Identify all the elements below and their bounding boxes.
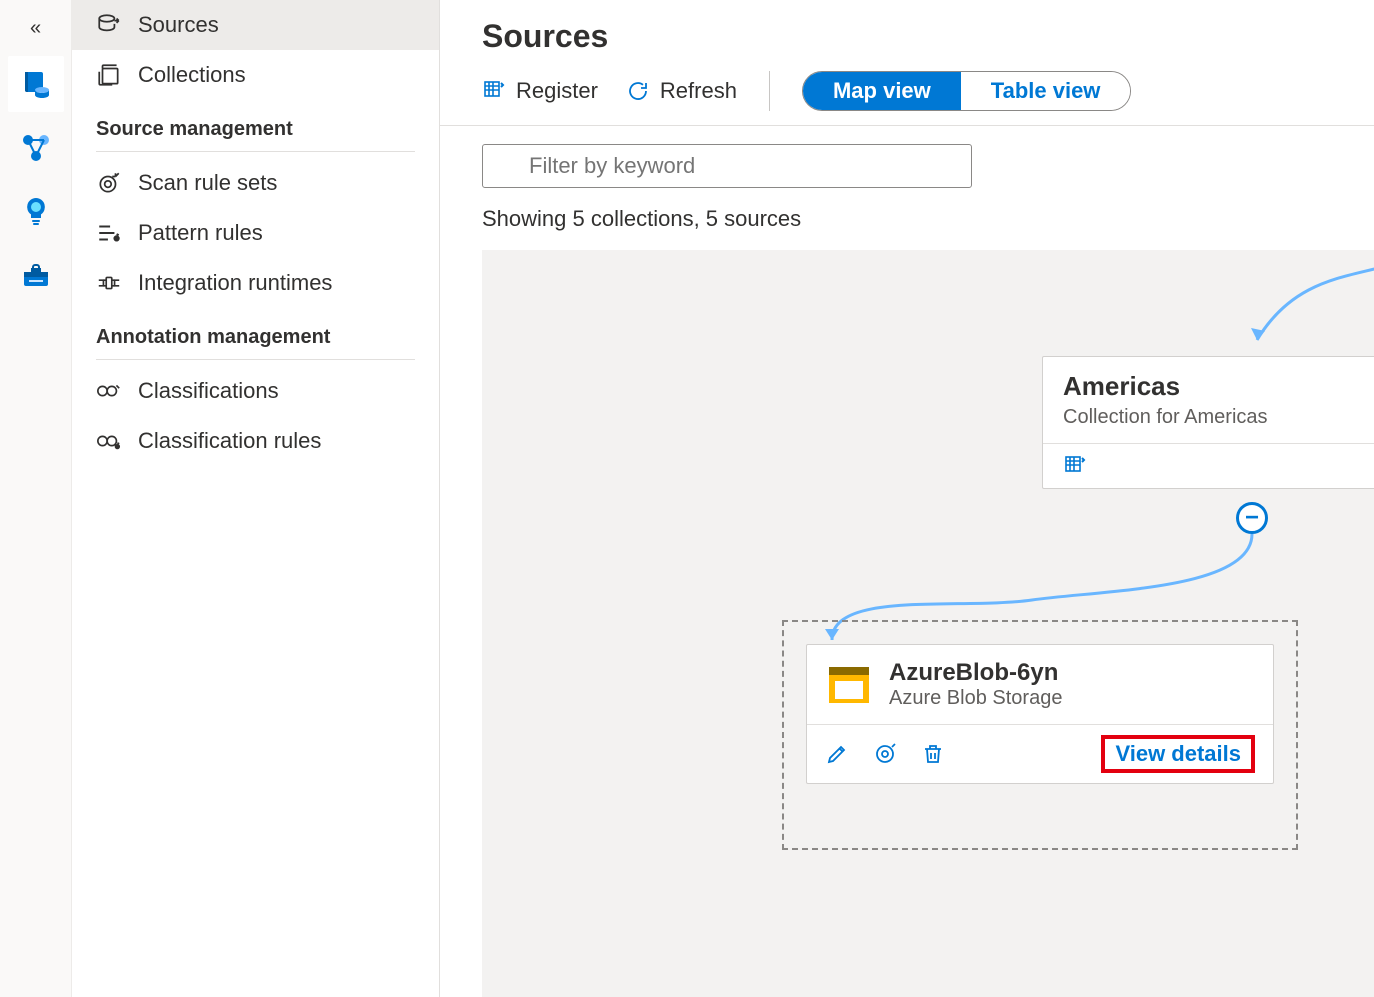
- register-button[interactable]: Register: [482, 78, 598, 104]
- nav-item-label: Sources: [138, 12, 219, 38]
- connector-line: [1182, 250, 1374, 370]
- collection-name: Americas: [1043, 357, 1374, 406]
- lightbulb-icon: [20, 196, 52, 228]
- source-actions: View details: [807, 725, 1273, 783]
- edit-icon[interactable]: [825, 742, 849, 766]
- sources-icon: [96, 12, 122, 38]
- collections-icon: [96, 62, 122, 88]
- integration-icon: [96, 270, 122, 296]
- nav-classification-rules[interactable]: Classification rules: [72, 416, 439, 466]
- book-database-icon: [20, 68, 52, 100]
- nav-item-label: Classification rules: [138, 428, 321, 454]
- nav-sources[interactable]: Sources: [72, 0, 439, 50]
- toolbox-icon: [20, 260, 52, 292]
- datamap-icon: [20, 132, 52, 164]
- collection-description: Collection for Americas: [1043, 406, 1374, 443]
- table-view-option[interactable]: Table view: [961, 72, 1131, 110]
- nav-integration-runtimes[interactable]: Integration runtimes: [72, 258, 439, 308]
- side-nav: Sources Collections Source management Sc…: [72, 0, 440, 997]
- rail-datamap[interactable]: [8, 120, 64, 176]
- source-group: AzureBlob-6yn Azure Blob Storage: [782, 620, 1298, 850]
- blob-storage-icon: [825, 661, 873, 709]
- expand-rail-button[interactable]: »: [0, 8, 71, 48]
- page-title: Sources: [440, 0, 1374, 65]
- collapse-node[interactable]: −: [1236, 502, 1268, 534]
- classifications-icon: [96, 378, 122, 404]
- nav-pattern-rules[interactable]: Pattern rules: [72, 208, 439, 258]
- nav-section-source-management: Source management: [72, 100, 439, 147]
- divider: [96, 151, 415, 152]
- refresh-button[interactable]: Refresh: [626, 78, 737, 104]
- source-name: AzureBlob-6yn: [889, 659, 1062, 687]
- target-icon: [96, 170, 122, 196]
- status-line: Showing 5 collections, 5 sources: [440, 198, 1374, 250]
- collection-actions: [1043, 444, 1374, 488]
- scan-icon[interactable]: [873, 742, 897, 766]
- nav-section-annotation-management: Annotation management: [72, 308, 439, 355]
- rail-insights[interactable]: [8, 184, 64, 240]
- view-details-link[interactable]: View details: [1109, 739, 1247, 768]
- add-source-icon[interactable]: [1063, 454, 1087, 478]
- nav-item-label: Pattern rules: [138, 220, 263, 246]
- nav-item-label: Classifications: [138, 378, 279, 404]
- divider: [96, 359, 415, 360]
- nav-classifications[interactable]: Classifications: [72, 366, 439, 416]
- refresh-label: Refresh: [660, 78, 737, 104]
- nav-item-label: Scan rule sets: [138, 170, 277, 196]
- view-details-highlight: View details: [1101, 735, 1255, 773]
- delete-icon[interactable]: [921, 742, 945, 766]
- nav-scan-rule-sets[interactable]: Scan rule sets: [72, 158, 439, 208]
- refresh-icon: [626, 79, 650, 103]
- rail-catalog[interactable]: [8, 56, 64, 112]
- nav-item-label: Integration runtimes: [138, 270, 332, 296]
- rail-management[interactable]: [8, 248, 64, 304]
- map-canvas[interactable]: Americas Collection for Americas −: [482, 250, 1374, 997]
- map-view-option[interactable]: Map view: [803, 72, 961, 110]
- collection-card-americas[interactable]: Americas Collection for Americas: [1042, 356, 1374, 489]
- source-type: Azure Blob Storage: [889, 687, 1062, 710]
- register-icon: [482, 79, 506, 103]
- source-card-azureblob[interactable]: AzureBlob-6yn Azure Blob Storage: [806, 644, 1274, 784]
- filter-row: [440, 126, 1374, 198]
- toolbar: Register Refresh Map view Table view: [440, 65, 1374, 126]
- classification-rules-icon: [96, 428, 122, 454]
- register-label: Register: [516, 78, 598, 104]
- view-toggle: Map view Table view: [802, 71, 1131, 111]
- nav-collections[interactable]: Collections: [72, 50, 439, 100]
- filter-input[interactable]: [482, 144, 972, 188]
- nav-item-label: Collections: [138, 62, 246, 88]
- icon-rail: »: [0, 0, 72, 997]
- pattern-icon: [96, 220, 122, 246]
- main-content: Sources Register Refresh Map view Table …: [440, 0, 1374, 997]
- divider: [769, 71, 770, 111]
